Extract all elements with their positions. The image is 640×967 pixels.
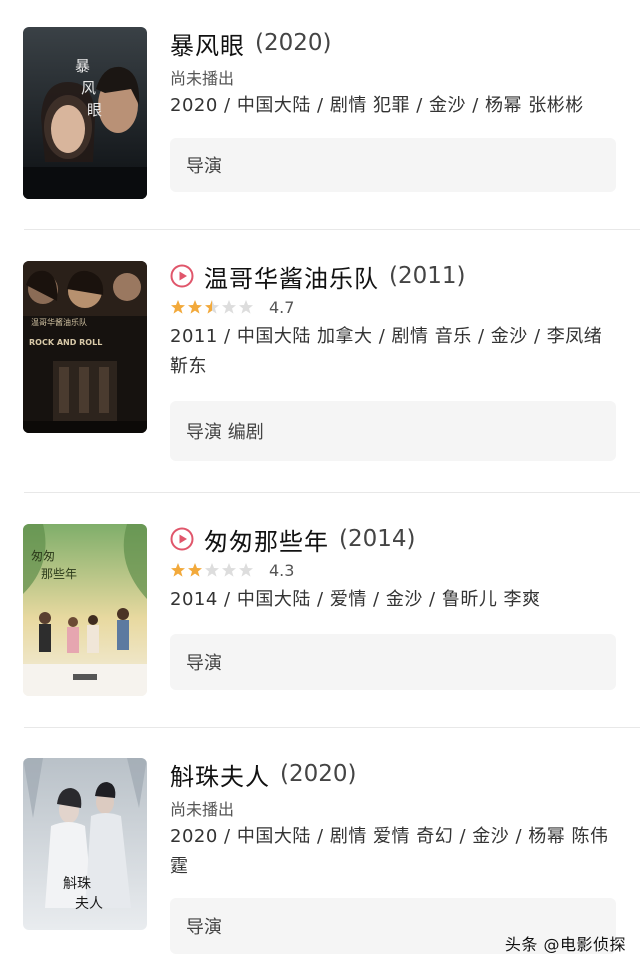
star-empty-icon	[205, 563, 219, 577]
poster-text: 斛珠	[63, 876, 91, 892]
star-rating	[170, 562, 255, 578]
star-icon	[188, 300, 202, 314]
watermark: 头条 @电影侦探	[504, 935, 626, 954]
star-empty-icon	[239, 563, 253, 577]
credits-label: 导演	[186, 653, 222, 674]
movie-poster[interactable]: 匆匆 那些年	[23, 524, 147, 696]
movie-info: 温哥华酱油乐队 (2011) 4.7 2011 / 中国大陆 加拿大 / 剧情 …	[170, 258, 616, 382]
star-icon	[171, 563, 185, 577]
svg-text:风: 风	[81, 79, 96, 97]
credits-box[interactable]: 导演	[170, 138, 616, 192]
credits-label: 导演 编剧	[186, 422, 264, 443]
credits-label: 导演	[186, 917, 222, 938]
rating-score: 4.7	[269, 297, 295, 317]
svg-text:夫人: 夫人	[75, 896, 103, 912]
movie-title[interactable]: 暴风眼	[170, 26, 245, 61]
movie-title[interactable]: 匆匆那些年	[204, 522, 329, 557]
list-item[interactable]: 暴 风 眼 暴风眼 (2020) 尚未播出 2020 / 中国大陆 / 剧情 犯…	[0, 0, 640, 230]
list-item[interactable]: 温哥华酱油乐队 ROCK AND ROLL 温哥华酱油乐队 (2011) 4.7…	[0, 230, 640, 493]
release-status: 尚未播出	[170, 800, 235, 819]
rating-score: 4.3	[269, 560, 295, 580]
star-icon	[171, 300, 185, 314]
star-icon	[188, 563, 202, 577]
movie-year: (2014)	[339, 526, 416, 552]
svg-text:眼: 眼	[87, 101, 102, 119]
star-empty-icon	[222, 300, 236, 314]
movie-title[interactable]: 温哥华酱油乐队	[204, 259, 379, 294]
movie-meta: 2020 / 中国大陆 / 剧情 犯罪 / 金沙 / 杨幂 张彬彬	[170, 95, 584, 116]
credits-label: 导演	[186, 156, 222, 177]
title-row: 温哥华酱油乐队 (2011)	[170, 258, 616, 294]
title-row: 斛珠夫人 (2020)	[170, 756, 616, 792]
movie-meta: 2020 / 中国大陆 / 剧情 爱情 奇幻 / 金沙 / 杨幂 陈伟霆	[170, 826, 609, 877]
credits-box[interactable]: 导演 编剧	[170, 401, 616, 461]
release-status: 尚未播出	[170, 69, 235, 88]
poster-text: ROCK AND ROLL	[29, 338, 102, 347]
poster-text: 匆匆	[31, 549, 55, 563]
movie-poster[interactable]: 暴 风 眼	[23, 27, 147, 199]
star-empty-icon	[239, 300, 253, 314]
movie-poster[interactable]: 斛珠 夫人	[23, 758, 147, 930]
movie-poster[interactable]: 温哥华酱油乐队 ROCK AND ROLL	[23, 261, 147, 433]
list-item[interactable]: 匆匆 那些年 匆匆那些年 (2014) 4.3 2014 / 中国大陆 / 爱情…	[0, 493, 640, 728]
movie-info: 暴风眼 (2020) 尚未播出 2020 / 中国大陆 / 剧情 犯罪 / 金沙…	[170, 25, 616, 121]
title-row: 匆匆那些年 (2014)	[170, 521, 616, 557]
movie-year: (2020)	[280, 761, 357, 787]
movie-info: 斛珠夫人 (2020) 尚未播出 2020 / 中国大陆 / 剧情 爱情 奇幻 …	[170, 756, 616, 882]
rating-row: 4.7	[170, 296, 616, 318]
movie-info: 匆匆那些年 (2014) 4.3 2014 / 中国大陆 / 爱情 / 金沙 /…	[170, 521, 616, 615]
movie-meta: 2014 / 中国大陆 / 爱情 / 金沙 / 鲁昕儿 李爽	[170, 589, 541, 610]
movie-year: (2020)	[255, 30, 332, 56]
movie-title[interactable]: 斛珠夫人	[170, 757, 270, 792]
svg-text:温哥华酱油乐队: 温哥华酱油乐队	[31, 317, 87, 327]
rating-row: 4.3	[170, 559, 616, 581]
svg-text:那些年: 那些年	[41, 567, 77, 581]
star-empty-icon	[222, 563, 236, 577]
star-half-icon	[205, 300, 219, 314]
movie-meta: 2011 / 中国大陆 加拿大 / 剧情 音乐 / 金沙 / 李凤绪 靳东	[170, 326, 603, 377]
star-rating	[170, 299, 255, 315]
play-icon[interactable]	[170, 264, 194, 288]
movie-year: (2011)	[389, 263, 466, 289]
poster-title-char: 暴	[75, 57, 90, 75]
title-row: 暴风眼 (2020)	[170, 25, 616, 61]
play-icon[interactable]	[170, 527, 194, 551]
credits-box[interactable]: 导演	[170, 634, 616, 690]
